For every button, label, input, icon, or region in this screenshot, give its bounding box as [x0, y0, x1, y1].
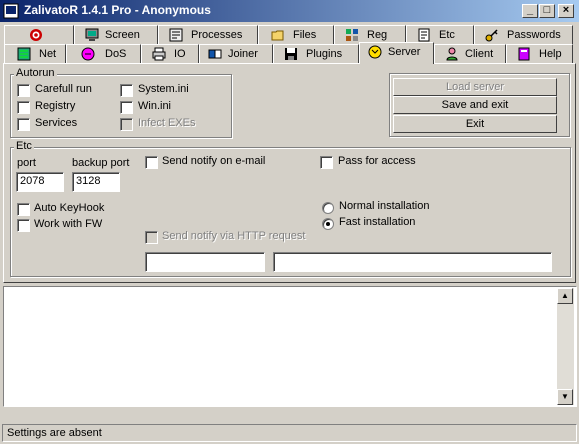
tab-plugins-label: Plugins — [306, 48, 343, 60]
save-and-exit-button[interactable]: Save and exit — [393, 96, 557, 114]
auto-keyhook-checkbox[interactable] — [17, 203, 30, 216]
tab-net-label: Net — [39, 48, 57, 60]
system-ini-label: System.ini — [138, 83, 189, 95]
joiner-icon — [208, 49, 222, 59]
tab-client[interactable]: Client — [434, 44, 506, 64]
status-text: Settings are absent — [7, 427, 102, 439]
client-icon — [446, 47, 458, 61]
send-notify-email-label: Send notify on e-mail — [162, 155, 266, 167]
server-icon — [368, 45, 382, 59]
infect-exes-checkbox[interactable] — [120, 118, 133, 131]
processes-icon — [169, 28, 183, 42]
tab-processes-label: Processes — [191, 29, 243, 41]
tab-files-label: Files — [293, 29, 317, 41]
send-notify-http-label: Send notify via HTTP request — [162, 230, 306, 242]
printer-icon — [152, 47, 166, 61]
registry-checkbox[interactable] — [17, 101, 30, 114]
monitor-icon — [85, 28, 99, 41]
minimize-button[interactable]: _ — [522, 4, 538, 18]
work-with-fw-checkbox[interactable] — [17, 219, 30, 232]
network-icon — [17, 47, 31, 61]
tab-dos[interactable]: DoS — [66, 44, 141, 64]
win-ini-label: Win.ini — [138, 100, 172, 112]
tab-screen[interactable]: Screen — [74, 25, 158, 45]
tab-passwords[interactable]: Passwords — [474, 25, 573, 45]
tab-help-label: Help — [539, 48, 562, 60]
tab-processes[interactable]: Processes — [158, 25, 258, 45]
carefull-run-checkbox[interactable] — [17, 84, 30, 97]
backup-port-label: backup port — [72, 157, 130, 169]
http-params-input[interactable] — [273, 252, 552, 272]
work-with-fw-label: Work with FW — [34, 218, 103, 230]
tab-screen-label: Screen — [105, 29, 140, 41]
services-checkbox[interactable] — [17, 118, 30, 131]
tab-joiner[interactable]: Joiner — [199, 44, 273, 64]
tab-reg-label: Reg — [367, 29, 388, 41]
target-icon — [30, 29, 42, 41]
radio-selected-dot — [326, 222, 330, 226]
tab-files[interactable]: Files — [258, 25, 334, 45]
dos-icon — [81, 47, 95, 61]
fast-installation-radio[interactable] — [322, 218, 334, 230]
fast-installation-label: Fast installation — [339, 216, 416, 228]
window-title: ZalivatoR 1.4.1 Pro - Anonymous — [24, 3, 211, 17]
tab-server-label: Server — [388, 46, 421, 58]
pass-for-access-label: Pass for access — [338, 155, 416, 167]
tab-help[interactable]: Help — [506, 44, 573, 64]
tab-net[interactable]: Net — [4, 44, 66, 64]
send-notify-http-checkbox[interactable] — [145, 231, 158, 244]
auto-keyhook-label: Auto KeyHook — [34, 202, 105, 214]
disk-icon — [285, 48, 297, 60]
http-url-input[interactable] — [145, 252, 265, 272]
status-bar: Settings are absent — [2, 424, 577, 442]
tab-server[interactable]: Server — [359, 42, 434, 64]
tab-passwords-label: Passwords — [507, 29, 561, 41]
port-label: port — [17, 157, 36, 169]
registry-label: Registry — [35, 100, 76, 112]
tab-target[interactable] — [4, 25, 74, 45]
win-ini-checkbox[interactable] — [120, 101, 133, 114]
normal-installation-label: Normal installation — [339, 200, 430, 212]
folder-icon — [271, 30, 284, 41]
notes-icon — [418, 28, 430, 42]
pass-for-access-checkbox[interactable] — [320, 156, 333, 169]
log-scrollbar[interactable] — [557, 288, 574, 405]
tab-client-label: Client — [465, 48, 494, 60]
autorun-title: Autorun — [14, 67, 57, 79]
tab-plugins[interactable]: Plugins — [273, 44, 359, 64]
registry-icon — [346, 29, 358, 41]
tab-dos-label: DoS — [105, 48, 127, 60]
exit-button[interactable]: Exit — [393, 115, 557, 133]
tab-io[interactable]: IO — [141, 44, 199, 64]
backup-port-input[interactable]: 3128 — [72, 172, 120, 192]
tab-io-label: IO — [174, 48, 186, 60]
services-label: Services — [35, 117, 78, 129]
system-ini-checkbox[interactable] — [120, 84, 133, 97]
infect-exes-label: Infect EXEs — [138, 117, 196, 129]
port-input[interactable]: 2078 — [16, 172, 64, 192]
app-icon — [3, 3, 19, 19]
tab-etc-label: Etc — [439, 29, 455, 41]
key-icon — [485, 29, 498, 42]
normal-installation-radio[interactable] — [322, 202, 334, 214]
scroll-down-button[interactable]: ▼ — [557, 389, 573, 405]
maximize-button[interactable]: □ — [539, 4, 555, 18]
carefull-run-label: Carefull run — [35, 83, 92, 95]
log-area[interactable] — [3, 286, 577, 407]
close-button[interactable]: × — [558, 4, 574, 18]
send-notify-email-checkbox[interactable] — [145, 156, 158, 169]
scroll-up-button[interactable]: ▲ — [557, 288, 573, 304]
book-icon — [518, 47, 530, 61]
etc-title: Etc — [14, 140, 34, 152]
title-bar[interactable]: ZalivatoR 1.4.1 Pro - Anonymous _ □ × — [0, 0, 579, 22]
load-server-button[interactable]: Load server — [393, 78, 557, 96]
tab-joiner-label: Joiner — [228, 48, 258, 60]
